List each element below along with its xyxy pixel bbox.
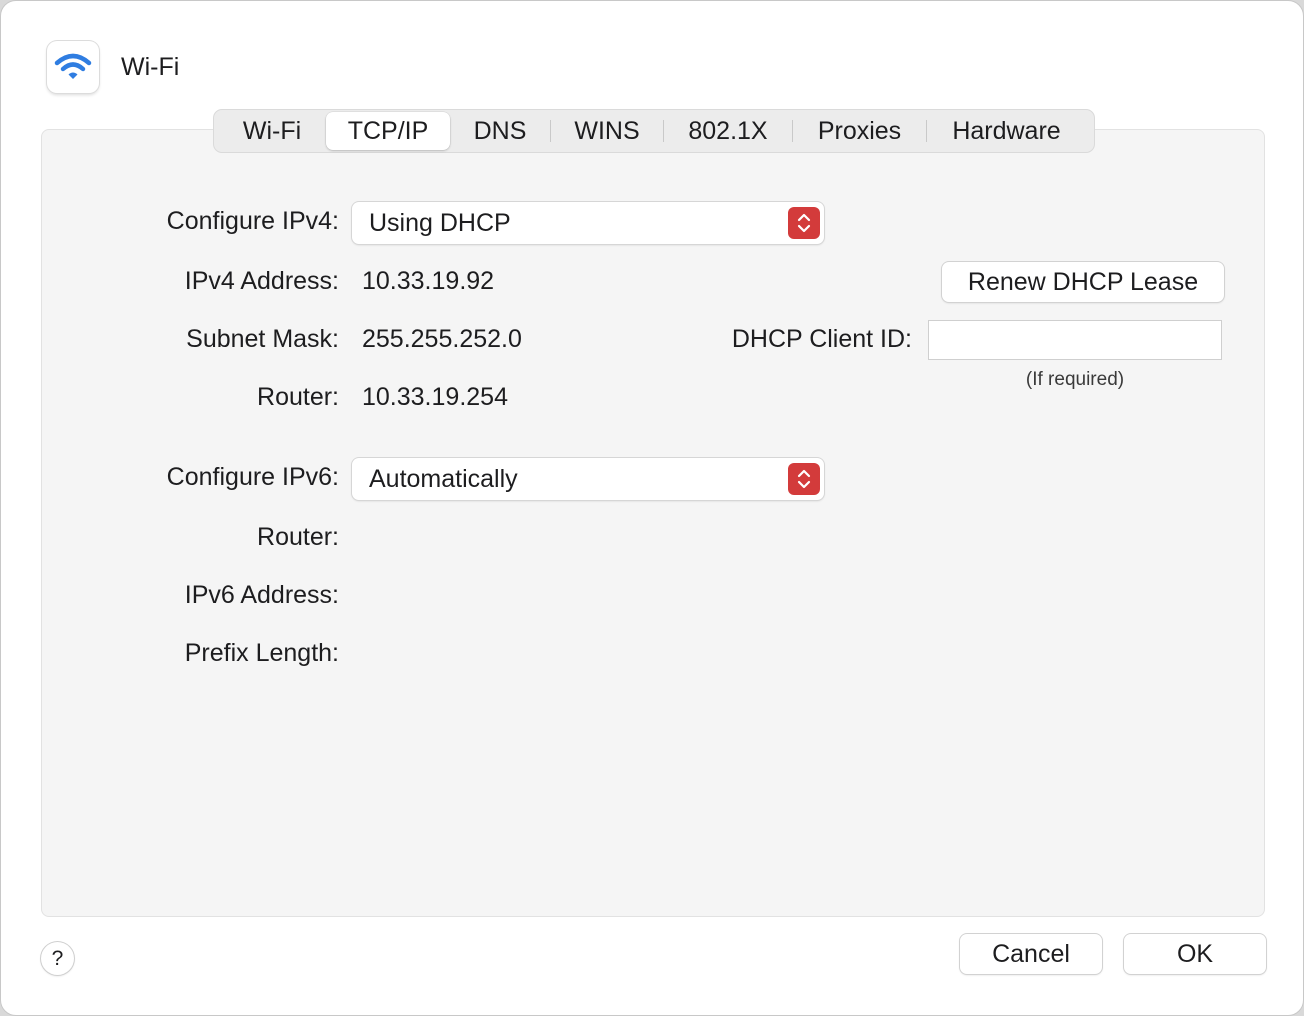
tab-wins[interactable]: WINS	[551, 112, 663, 150]
tab-bar: Wi-Fi TCP/IP DNS WINS 802.1X Proxies Har…	[213, 109, 1095, 153]
configure-ipv4-value: Using DHCP	[369, 208, 511, 237]
tab-hardware[interactable]: Hardware	[927, 112, 1086, 150]
configure-ipv6-value: Automatically	[369, 464, 518, 493]
chevron-up-down-icon	[788, 463, 820, 495]
tab-tcpip[interactable]: TCP/IP	[326, 112, 450, 150]
ipv4-address-value: 10.33.19.92	[362, 267, 495, 295]
configure-ipv4-label: Configure IPv4:	[166, 207, 339, 235]
configure-ipv6-label: Configure IPv6:	[166, 463, 339, 491]
ok-button[interactable]: OK	[1124, 934, 1266, 974]
dhcp-client-id-hint: (If required)	[1025, 369, 1125, 390]
ipv6-address-label: IPv6 Address:	[184, 581, 339, 609]
tab-proxies[interactable]: Proxies	[793, 112, 926, 150]
renew-dhcp-lease-button[interactable]: Renew DHCP Lease	[942, 262, 1224, 302]
subnet-mask-label: Subnet Mask:	[186, 325, 339, 353]
dhcp-client-id-field[interactable]	[928, 320, 1222, 360]
tab-dns[interactable]: DNS	[450, 112, 550, 150]
chevron-up-down-icon	[788, 207, 820, 239]
tcpip-panel	[41, 129, 1265, 917]
ipv4-address-label: IPv4 Address:	[184, 267, 339, 295]
configure-ipv6-popup[interactable]: Automatically	[352, 458, 824, 500]
ipv6-router-label: Router:	[257, 523, 339, 551]
cancel-button[interactable]: Cancel	[960, 934, 1102, 974]
configure-ipv4-popup[interactable]: Using DHCP	[352, 202, 824, 244]
prefix-length-label: Prefix Length:	[184, 639, 339, 667]
wifi-icon	[47, 41, 99, 93]
dhcp-client-id-label: DHCP Client ID:	[731, 325, 912, 353]
tab-8021x[interactable]: 802.1X	[664, 112, 792, 150]
ipv4-router-value: 10.33.19.254	[362, 383, 508, 411]
page-title: Wi-Fi	[121, 53, 180, 81]
tab-wifi[interactable]: Wi-Fi	[218, 112, 326, 150]
help-button[interactable]: ?	[41, 942, 74, 975]
ipv4-router-label: Router:	[257, 383, 339, 411]
subnet-mask-value: 255.255.252.0	[362, 325, 522, 353]
network-advanced-dialog: Wi-Fi Wi-Fi TCP/IP DNS WINS 802.1X Proxi…	[0, 0, 1304, 1016]
